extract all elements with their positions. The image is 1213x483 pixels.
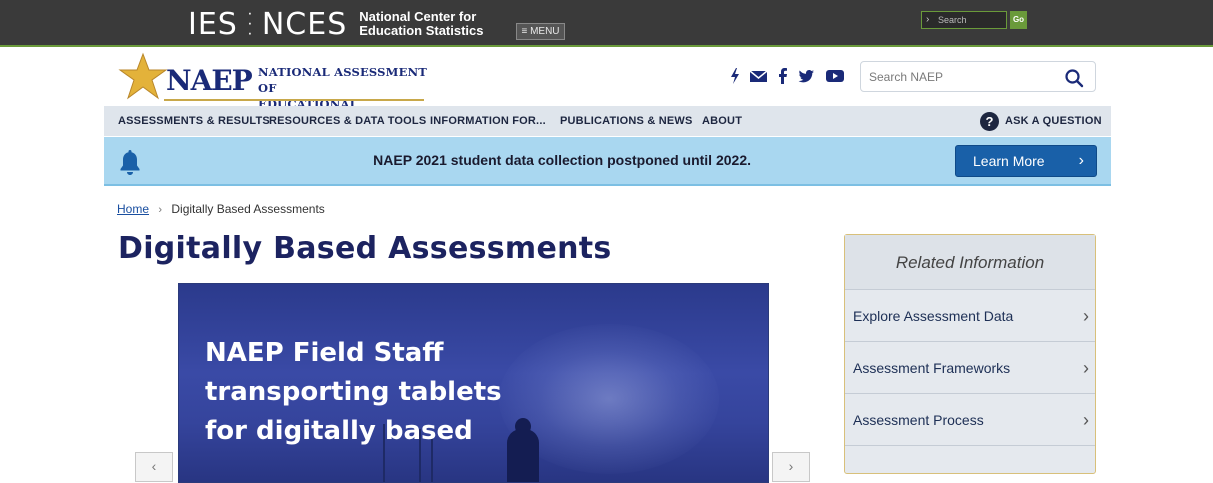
- alert-message: NAEP 2021 student data collection postpo…: [373, 152, 751, 168]
- naep-search-input[interactable]: [869, 68, 1049, 86]
- ies-go-button[interactable]: Go: [1010, 11, 1027, 29]
- naep-search-box: [860, 61, 1096, 92]
- nces-title: National Center for Education Statistics: [359, 10, 483, 38]
- nces-title-line1: National Center for: [359, 9, 477, 24]
- ask-question-link[interactable]: ASK A QUESTION: [1005, 106, 1102, 136]
- ies-nces-logo[interactable]: IES · · · NCES National Center for Educati…: [188, 6, 484, 42]
- ies-top-bar: IES · · · NCES National Center for Educati…: [0, 0, 1213, 47]
- main-nav: ASSESSMENTS & RESULTS RESOURCES & DATA T…: [104, 106, 1111, 136]
- chevron-right-icon: ›: [1083, 358, 1089, 378]
- learn-more-label: Learn More: [973, 153, 1045, 169]
- search-icon[interactable]: [1064, 68, 1084, 88]
- star-icon: [118, 52, 168, 100]
- slide-next-button[interactable]: ›: [772, 452, 810, 482]
- related-item-assessment-process[interactable]: Assessment Process ›: [845, 394, 1095, 446]
- related-information-heading: Related Information: [845, 235, 1095, 290]
- email-icon[interactable]: [749, 67, 768, 85]
- chevron-right-icon: ›: [1083, 306, 1089, 326]
- page-title: Digitally Based Assessments: [118, 231, 612, 266]
- nav-item-information-for[interactable]: INFORMATION FOR...: [430, 106, 546, 136]
- ies-dots-icon: · · ·: [247, 5, 253, 42]
- breadcrumb: Home › Digitally Based Assessments: [117, 202, 325, 216]
- twitter-icon[interactable]: [797, 67, 815, 85]
- alert-banner: NAEP 2021 student data collection postpo…: [104, 137, 1111, 186]
- naep-logo[interactable]: NAEP NATIONAL ASSESSMENT OF EDUCATIONAL …: [118, 52, 428, 127]
- chevron-right-icon: ›: [1083, 410, 1089, 430]
- chevron-left-icon: ‹: [151, 458, 157, 474]
- nav-item-assessments-results[interactable]: ASSESSMENTS & RESULTS: [118, 106, 270, 136]
- related-information-panel: Related Information Explore Assessment D…: [844, 234, 1096, 474]
- related-item-explore-assessment-data[interactable]: Explore Assessment Data ›: [845, 290, 1095, 342]
- caret-icon: ›: [926, 14, 930, 25]
- learn-more-button[interactable]: Learn More ›: [955, 145, 1097, 177]
- nces-logo-text: NCES: [261, 6, 348, 42]
- ies-logo-text: IES: [188, 6, 238, 42]
- ies-search-input[interactable]: › Search: [921, 11, 1007, 29]
- related-item-assessment-frameworks[interactable]: Assessment Frameworks ›: [845, 342, 1095, 394]
- logo-divider: [164, 99, 424, 101]
- slide-person-silhouette: [507, 429, 539, 482]
- related-item-label: Explore Assessment Data: [853, 308, 1014, 324]
- question-icon[interactable]: ?: [980, 112, 999, 131]
- ies-search-placeholder: Search: [938, 15, 967, 25]
- flash-icon[interactable]: [729, 67, 741, 85]
- nces-title-line2: Education Statistics: [359, 23, 484, 38]
- alert-message-wrap: NAEP 2021 student data collection postpo…: [104, 137, 864, 184]
- breadcrumb-home-link[interactable]: Home: [117, 202, 149, 216]
- related-item-label: Assessment Process: [853, 412, 984, 428]
- related-item-label: Assessment Frameworks: [853, 360, 1011, 376]
- naep-logo-line1: NATIONAL ASSESSMENT OF: [258, 65, 428, 95]
- nav-item-resources-data-tools[interactable]: RESOURCES & DATA TOOLS: [269, 106, 426, 136]
- slideshow-image: NAEP Field Staff transporting tablets fo…: [178, 283, 769, 483]
- chevron-right-icon: ›: [1078, 152, 1084, 169]
- naep-logo-word: NAEP: [166, 64, 253, 97]
- breadcrumb-separator-icon: ›: [158, 204, 163, 216]
- facebook-icon[interactable]: [778, 67, 788, 85]
- ies-menu-button[interactable]: ≡ MENU: [516, 23, 565, 40]
- nav-item-publications-news[interactable]: PUBLICATIONS & NEWS: [560, 106, 693, 136]
- breadcrumb-current: Digitally Based Assessments: [171, 202, 325, 216]
- slide-prev-button[interactable]: ‹: [135, 452, 173, 482]
- nav-item-about[interactable]: ABOUT: [702, 106, 742, 136]
- youtube-icon[interactable]: [825, 67, 845, 85]
- chevron-right-icon: ›: [788, 458, 794, 474]
- slide-caption: NAEP Field Staff transporting tablets fo…: [205, 338, 502, 446]
